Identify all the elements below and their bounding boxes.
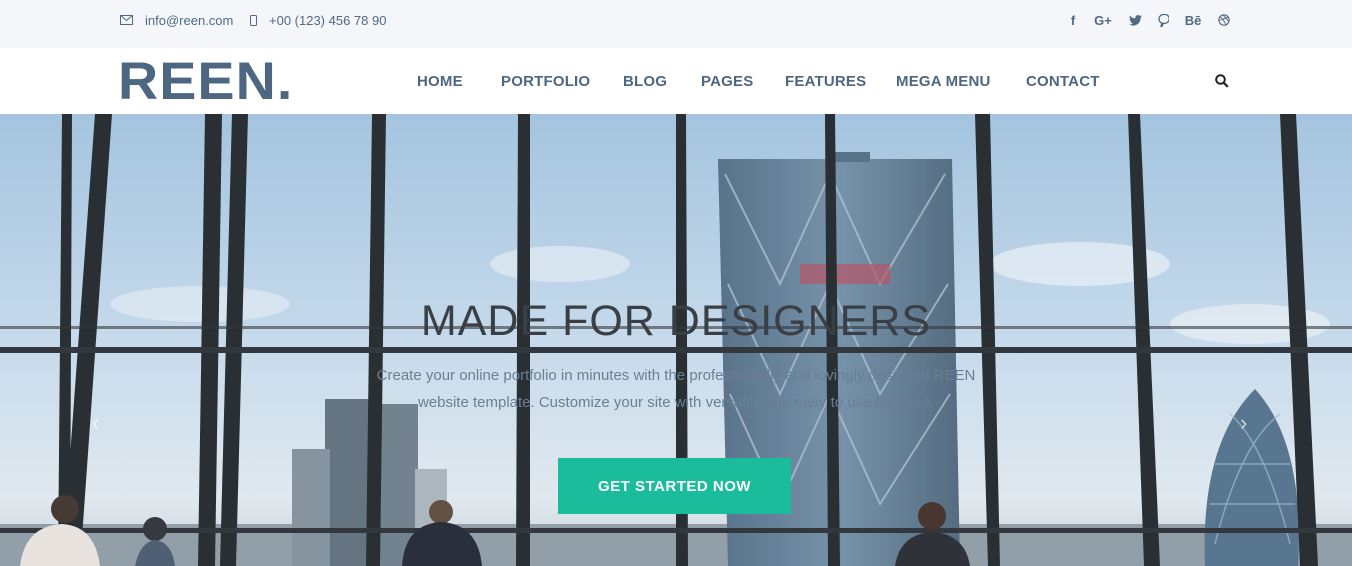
nav-portfolio[interactable]: PORTFOLIO — [501, 48, 590, 114]
google-plus-icon[interactable]: G+ — [1094, 11, 1112, 29]
phone-text: +00 (123) 456 78 90 — [269, 12, 387, 28]
hero-subtitle: Create your online portfolio in minutes … — [376, 367, 976, 411]
dribbble-icon[interactable] — [1216, 11, 1232, 29]
main-header: REEN. HOME PORTFOLIO BLOG PAGES FEATURES… — [0, 48, 1352, 114]
contact-phone[interactable]: +00 (123) 456 78 90 — [250, 0, 386, 40]
nav-mega-menu[interactable]: MEGA MENU — [896, 48, 991, 114]
nav-home[interactable]: HOME — [417, 48, 463, 114]
email-text: info@reen.com — [145, 12, 234, 28]
mobile-icon — [250, 14, 257, 26]
behance-icon[interactable]: Bē — [1184, 11, 1202, 29]
hero-title: MADE FOR DESIGNERS — [420, 297, 932, 345]
nav-blog[interactable]: BLOG — [623, 48, 667, 114]
nav-contact[interactable]: CONTACT — [1026, 48, 1100, 114]
chevron-right-icon[interactable]: › — [1240, 410, 1247, 436]
top-bar: info@reen.com +00 (123) 456 78 90 f G+ B… — [0, 0, 1352, 48]
logo[interactable]: REEN. — [118, 52, 293, 112]
search-icon[interactable] — [1215, 74, 1229, 93]
twitter-icon[interactable] — [1127, 11, 1143, 29]
chevron-left-icon[interactable]: ‹ — [92, 410, 99, 436]
pinterest-icon[interactable] — [1155, 11, 1171, 29]
contact-email[interactable]: info@reen.com — [120, 0, 233, 40]
facebook-icon[interactable]: f — [1065, 11, 1081, 29]
nav-pages[interactable]: PAGES — [701, 48, 753, 114]
nav-features[interactable]: FEATURES — [785, 48, 866, 114]
envelope-icon — [120, 15, 133, 25]
hero-slider: ‹ › MADE FOR DESIGNERS Create your onlin… — [0, 114, 1352, 566]
get-started-button[interactable]: GET STARTED NOW — [558, 458, 791, 514]
